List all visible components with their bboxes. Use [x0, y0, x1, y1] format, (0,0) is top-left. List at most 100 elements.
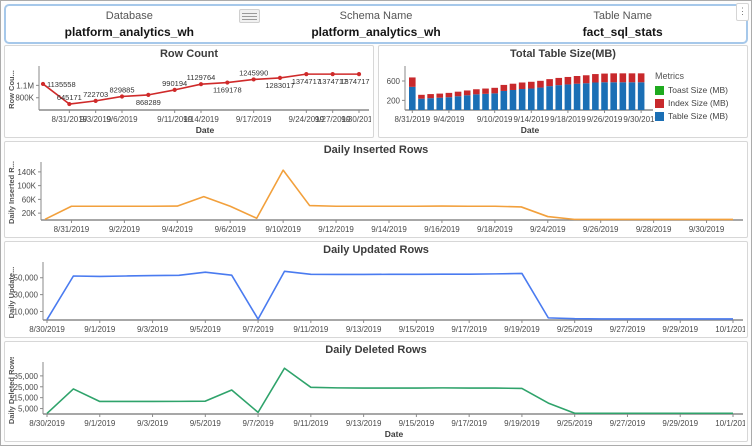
hamburger-menu-icon[interactable]	[239, 9, 260, 23]
svg-text:9/12/2019: 9/12/2019	[318, 225, 354, 234]
svg-text:9/27/2019: 9/27/2019	[610, 325, 646, 334]
svg-text:9/15/2019: 9/15/2019	[399, 325, 435, 334]
svg-text:9/18/2019: 9/18/2019	[477, 225, 513, 234]
svg-text:15,000: 15,000	[14, 394, 39, 403]
svg-text:9/16/2019: 9/16/2019	[424, 225, 460, 234]
svg-text:9/30/2019: 9/30/2019	[689, 225, 725, 234]
schema-label: Schema Name	[340, 10, 413, 22]
daily-deleted-chart[interactable]: 5,00015,00025,00035,000Daily Deleted Row…	[5, 357, 745, 440]
svg-text:9/29/2019: 9/29/2019	[662, 419, 698, 428]
svg-text:Daily Inserted R...: Daily Inserted R...	[7, 161, 16, 224]
svg-text:9/2/2019: 9/2/2019	[109, 225, 141, 234]
svg-text:9/11/2019: 9/11/2019	[293, 325, 329, 334]
svg-text:9/25/2019: 9/25/2019	[557, 325, 593, 334]
daily-inserted-chart[interactable]: 20K60K100K140KDaily Inserted R...8/31/20…	[5, 157, 745, 236]
svg-text:9/28/2019: 9/28/2019	[636, 225, 672, 234]
svg-text:Row Cou...: Row Cou...	[7, 70, 16, 109]
svg-text:9/1/2019: 9/1/2019	[84, 325, 116, 334]
svg-text:9/10/2019: 9/10/2019	[265, 225, 301, 234]
svg-text:1374717: 1374717	[292, 77, 321, 86]
svg-text:9/6/2019: 9/6/2019	[106, 115, 138, 124]
table-label: Table Name	[593, 10, 652, 22]
svg-text:9/17/2019: 9/17/2019	[451, 419, 487, 428]
legend-title: Metrics	[655, 71, 743, 81]
svg-text:8/30/2019: 8/30/2019	[29, 325, 65, 334]
svg-text:9/19/2019: 9/19/2019	[504, 325, 540, 334]
svg-text:1283017: 1283017	[265, 81, 294, 90]
table-size-panel: Total Table Size(MB) 200600Date8/31/2019…	[378, 45, 748, 138]
legend-item[interactable]: Table Size (MB)	[655, 111, 743, 121]
svg-text:9/26/2019: 9/26/2019	[583, 225, 619, 234]
svg-text:9/26/2019: 9/26/2019	[587, 115, 623, 124]
svg-text:50,000: 50,000	[14, 274, 39, 283]
svg-text:8/31/2019: 8/31/2019	[394, 115, 430, 124]
legend-label: Table Size (MB)	[668, 111, 728, 121]
svg-text:1135558: 1135558	[47, 80, 76, 89]
svg-text:20K: 20K	[22, 209, 37, 218]
legend-swatch-icon	[655, 86, 664, 95]
daily-deleted-panel: Daily Deleted Rows 5,00015,00025,00035,0…	[4, 341, 748, 442]
svg-text:9/1/2019: 9/1/2019	[84, 419, 116, 428]
svg-text:8/31/2019: 8/31/2019	[54, 225, 90, 234]
svg-text:25,000: 25,000	[14, 383, 39, 392]
row-count-chart[interactable]: 800K1.1MRow Cou...Date8/31/20199/3/20199…	[5, 61, 371, 136]
svg-text:829885: 829885	[109, 85, 134, 94]
svg-text:645171: 645171	[57, 93, 82, 102]
svg-text:9/29/2019: 9/29/2019	[662, 325, 698, 334]
svg-text:9/5/2019: 9/5/2019	[190, 419, 222, 428]
daily-updated-chart[interactable]: 10,00030,00050,000Daily Update...8/30/20…	[5, 257, 745, 336]
daily-inserted-panel: Daily Inserted Rows 20K60K100K140KDaily …	[4, 141, 748, 238]
legend-swatch-icon	[655, 99, 664, 108]
table-size-title: Total Table Size(MB)	[379, 46, 747, 61]
legend-swatch-icon	[655, 112, 664, 121]
dashboard-window: Database platform_analytics_wh Schema Na…	[0, 0, 752, 446]
svg-text:9/14/2019: 9/14/2019	[513, 115, 549, 124]
svg-text:9/10/2019: 9/10/2019	[477, 115, 513, 124]
table-field: Table Name fact_sql_stats	[499, 6, 746, 42]
legend-label: Index Size (MB)	[668, 98, 728, 108]
svg-text:9/24/2019: 9/24/2019	[530, 225, 566, 234]
svg-text:9/30/2019: 9/30/2019	[623, 115, 655, 124]
daily-updated-title: Daily Updated Rows	[5, 242, 747, 257]
svg-text:9/17/2019: 9/17/2019	[236, 115, 272, 124]
svg-text:Date: Date	[385, 429, 404, 439]
svg-text:140K: 140K	[17, 168, 36, 177]
svg-text:9/15/2019: 9/15/2019	[399, 419, 435, 428]
svg-text:9/13/2019: 9/13/2019	[346, 325, 382, 334]
svg-text:10/1/2019: 10/1/2019	[715, 419, 745, 428]
svg-text:9/3/2019: 9/3/2019	[137, 419, 169, 428]
database-label: Database	[106, 10, 153, 22]
svg-text:990194: 990194	[162, 79, 187, 88]
legend-item[interactable]: Toast Size (MB)	[655, 85, 743, 95]
svg-text:30,000: 30,000	[14, 291, 39, 300]
metrics-legend: Metrics Toast Size (MB) Index Size (MB) Ta…	[655, 61, 743, 136]
database-value: platform_analytics_wh	[65, 25, 194, 39]
table-value: fact_sql_stats	[583, 25, 663, 39]
legend-item[interactable]: Index Size (MB)	[655, 98, 743, 108]
svg-text:Date: Date	[196, 125, 215, 135]
svg-text:200: 200	[387, 96, 401, 105]
svg-text:800K: 800K	[15, 94, 34, 103]
svg-text:100K: 100K	[17, 182, 36, 191]
svg-text:9/11/2019: 9/11/2019	[293, 419, 329, 428]
svg-text:722703: 722703	[83, 90, 108, 99]
charts-grid: Row Count 800K 1.1MRow Cou... Date 8/31/201…	[4, 45, 748, 442]
svg-text:8/30/2019: 8/30/2019	[29, 419, 65, 428]
schema-field: Schema Name platform_analytics_wh	[253, 6, 500, 42]
svg-text:9/5/2019: 9/5/2019	[190, 325, 222, 334]
svg-text:9/25/2019: 9/25/2019	[557, 419, 593, 428]
svg-text:9/7/2019: 9/7/2019	[243, 419, 275, 428]
svg-text:9/30/2019: 9/30/2019	[341, 115, 371, 124]
svg-text:1374717: 1374717	[340, 77, 369, 86]
svg-text:10/1/2019: 10/1/2019	[715, 325, 745, 334]
kebab-menu-icon[interactable]: ⋮	[736, 3, 749, 21]
table-size-chart[interactable]: 200600Date8/31/20199/4/20199/10/20199/14…	[379, 61, 655, 136]
row-count-panel: Row Count 800K1.1MRow Cou...Date8/31/201…	[4, 45, 374, 138]
svg-text:1.1M: 1.1M	[16, 81, 34, 90]
row-count-title: Row Count	[5, 46, 373, 61]
svg-text:1169178: 1169178	[213, 86, 242, 95]
legend-label: Toast Size (MB)	[668, 85, 728, 95]
svg-text:600: 600	[387, 77, 401, 86]
svg-text:10,000: 10,000	[14, 308, 39, 317]
database-field: Database platform_analytics_wh	[6, 6, 253, 42]
